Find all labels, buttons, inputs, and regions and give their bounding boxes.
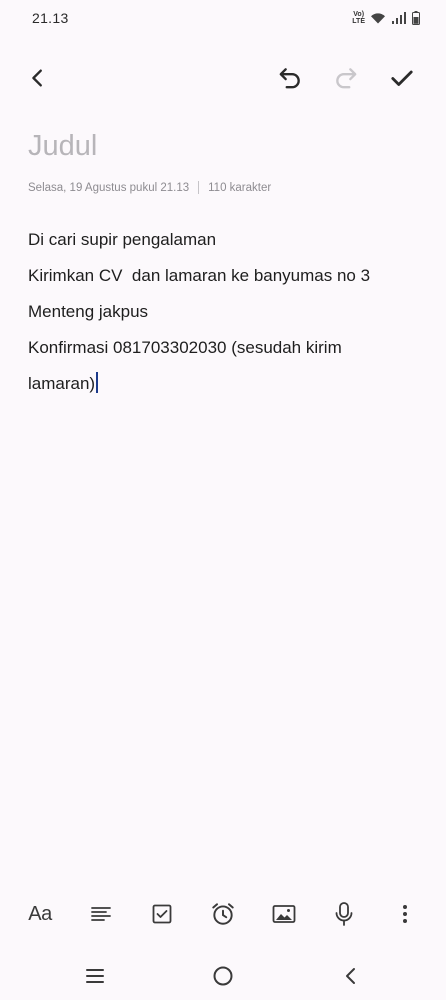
home-icon	[213, 966, 233, 986]
redo-icon	[336, 68, 357, 89]
recent-apps-icon	[86, 969, 104, 983]
wifi-icon	[371, 13, 385, 24]
note-line: Kirimkan CV dan lamaran ke banyumas no 3	[28, 266, 371, 285]
status-icons: Vo) LTE	[352, 11, 420, 25]
text-style-icon: Aa	[28, 902, 52, 925]
note-line: Konfirmasi 081703302030 (sesudah kirim	[28, 338, 342, 357]
system-nav-bar	[0, 952, 446, 1000]
check-icon	[391, 70, 413, 86]
home-button[interactable]	[201, 954, 245, 998]
status-bar: 21.13 Vo) LTE	[0, 0, 446, 36]
voice-button[interactable]	[322, 892, 366, 936]
title-field[interactable]: Judul	[28, 130, 97, 163]
image-icon	[272, 905, 296, 923]
checkbox-icon	[152, 904, 172, 924]
undo-button[interactable]	[268, 56, 312, 100]
chevron-left-icon	[32, 69, 42, 87]
note-date: Selasa, 19 Agustus pukul 21.13	[28, 181, 190, 194]
note-line-last: lamaran)	[28, 366, 428, 402]
signal-icon	[392, 12, 406, 24]
align-button[interactable]	[79, 892, 123, 936]
nav-back-button[interactable]	[329, 954, 373, 998]
save-button[interactable]	[380, 56, 424, 100]
more-vertical-icon	[403, 905, 407, 923]
text-cursor	[96, 372, 99, 393]
title-placeholder: Judul	[28, 130, 98, 162]
redo-button[interactable]	[324, 56, 368, 100]
text-style-button[interactable]: Aa	[18, 892, 62, 936]
battery-icon	[412, 11, 420, 25]
checklist-button[interactable]	[140, 892, 184, 936]
image-button[interactable]	[262, 892, 306, 936]
microphone-icon	[335, 902, 353, 926]
editor-toolbar	[0, 56, 446, 100]
note-line-text: lamaran)	[28, 374, 96, 393]
back-button[interactable]	[16, 56, 60, 100]
recent-apps-button[interactable]	[73, 954, 117, 998]
reminder-button[interactable]	[201, 892, 245, 936]
note-body-editor[interactable]: Di cari supir pengalaman Kirimkan CV dan…	[28, 222, 428, 402]
format-toolbar: Aa	[0, 888, 446, 940]
meta-divider	[198, 181, 200, 194]
back-icon	[346, 968, 355, 984]
char-count: 110 karakter	[208, 181, 272, 194]
alarm-icon	[212, 903, 234, 925]
notes-editor-screen: 21.13 Vo) LTE Judul Selasa, 19 Agustus p…	[0, 0, 446, 1000]
align-icon	[91, 907, 111, 921]
volte-icon: Vo) LTE	[352, 11, 365, 25]
note-meta: Selasa, 19 Agustus pukul 21.13 110 karak…	[28, 181, 271, 194]
undo-icon	[279, 68, 300, 89]
note-line: Di cari supir pengalaman	[28, 230, 217, 249]
note-line: Menteng jakpus	[28, 302, 149, 321]
more-options-button[interactable]	[383, 892, 427, 936]
status-time: 21.13	[32, 10, 69, 26]
